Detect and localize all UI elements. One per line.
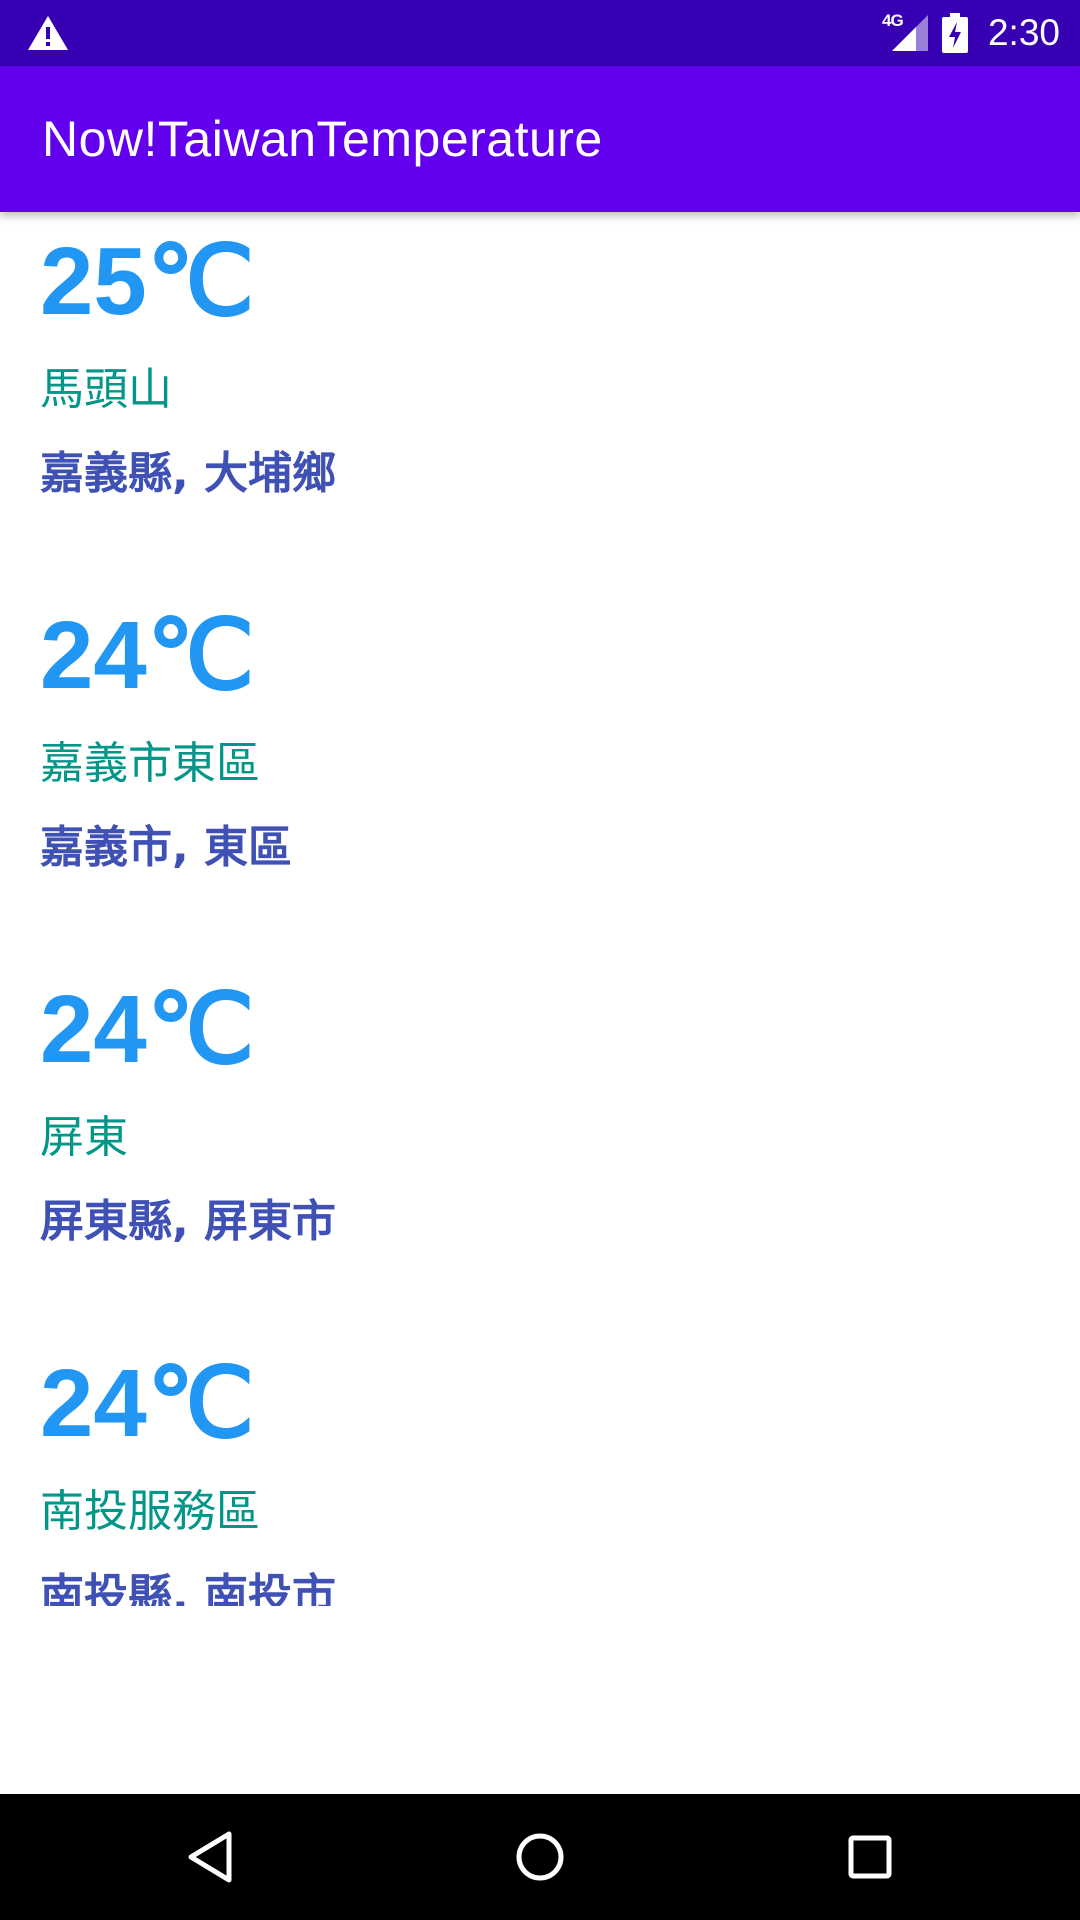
recents-button[interactable] [770,1794,970,1920]
app-bar: Now!TaiwanTemperature [0,66,1080,212]
warning-icon [28,16,68,50]
list-item[interactable]: 24℃ 屏東 屏東縣, 屏東市 [40,960,1040,1334]
list-item[interactable]: 24℃ 南投服務區 南投縣, 南投市 [40,1334,1040,1606]
list-item[interactable]: 24℃ 嘉義市東區 嘉義市, 東區 [40,586,1040,960]
location-name: 屏東縣, 屏東市 [40,1196,337,1247]
temperature-value: 25℃ [40,228,255,335]
recents-icon [848,1835,892,1879]
temperature-value: 24℃ [40,1350,255,1457]
station-name: 屏東 [40,1112,128,1163]
signal-icon: 4G [881,11,928,53]
screen: 4G 2:30 Now!TaiwanTemperature 25℃ 馬頭山 嘉義… [0,0,1080,1920]
app-title: Now!TaiwanTemperature [42,111,603,167]
back-button[interactable] [110,1794,310,1920]
location-name: 南投縣, 南投市 [40,1570,337,1606]
temperature-value: 24℃ [40,976,255,1083]
temperature-list[interactable]: 25℃ 馬頭山 嘉義縣, 大埔鄉 24℃ 嘉義市東區 嘉義市, 東區 24℃ 屏… [0,212,1080,1606]
status-icons: 4G 2:30 [882,0,1060,66]
back-icon [188,1831,232,1883]
temperature-value: 24℃ [40,602,255,709]
battery-charging-icon [941,13,968,53]
status-bar: 4G 2:30 [0,0,1080,66]
list-item[interactable]: 25℃ 馬頭山 嘉義縣, 大埔鄉 [40,212,1040,586]
location-name: 嘉義市, 東區 [40,822,293,873]
network-type-label: 4G [881,11,904,30]
location-name: 嘉義縣, 大埔鄉 [40,448,337,499]
home-button[interactable] [440,1794,640,1920]
home-icon [516,1833,564,1881]
status-time: 2:30 [987,12,1060,53]
station-name: 嘉義市東區 [40,738,260,789]
navigation-bar [0,1794,1080,1920]
station-name: 馬頭山 [40,364,172,415]
station-name: 南投服務區 [40,1486,260,1537]
